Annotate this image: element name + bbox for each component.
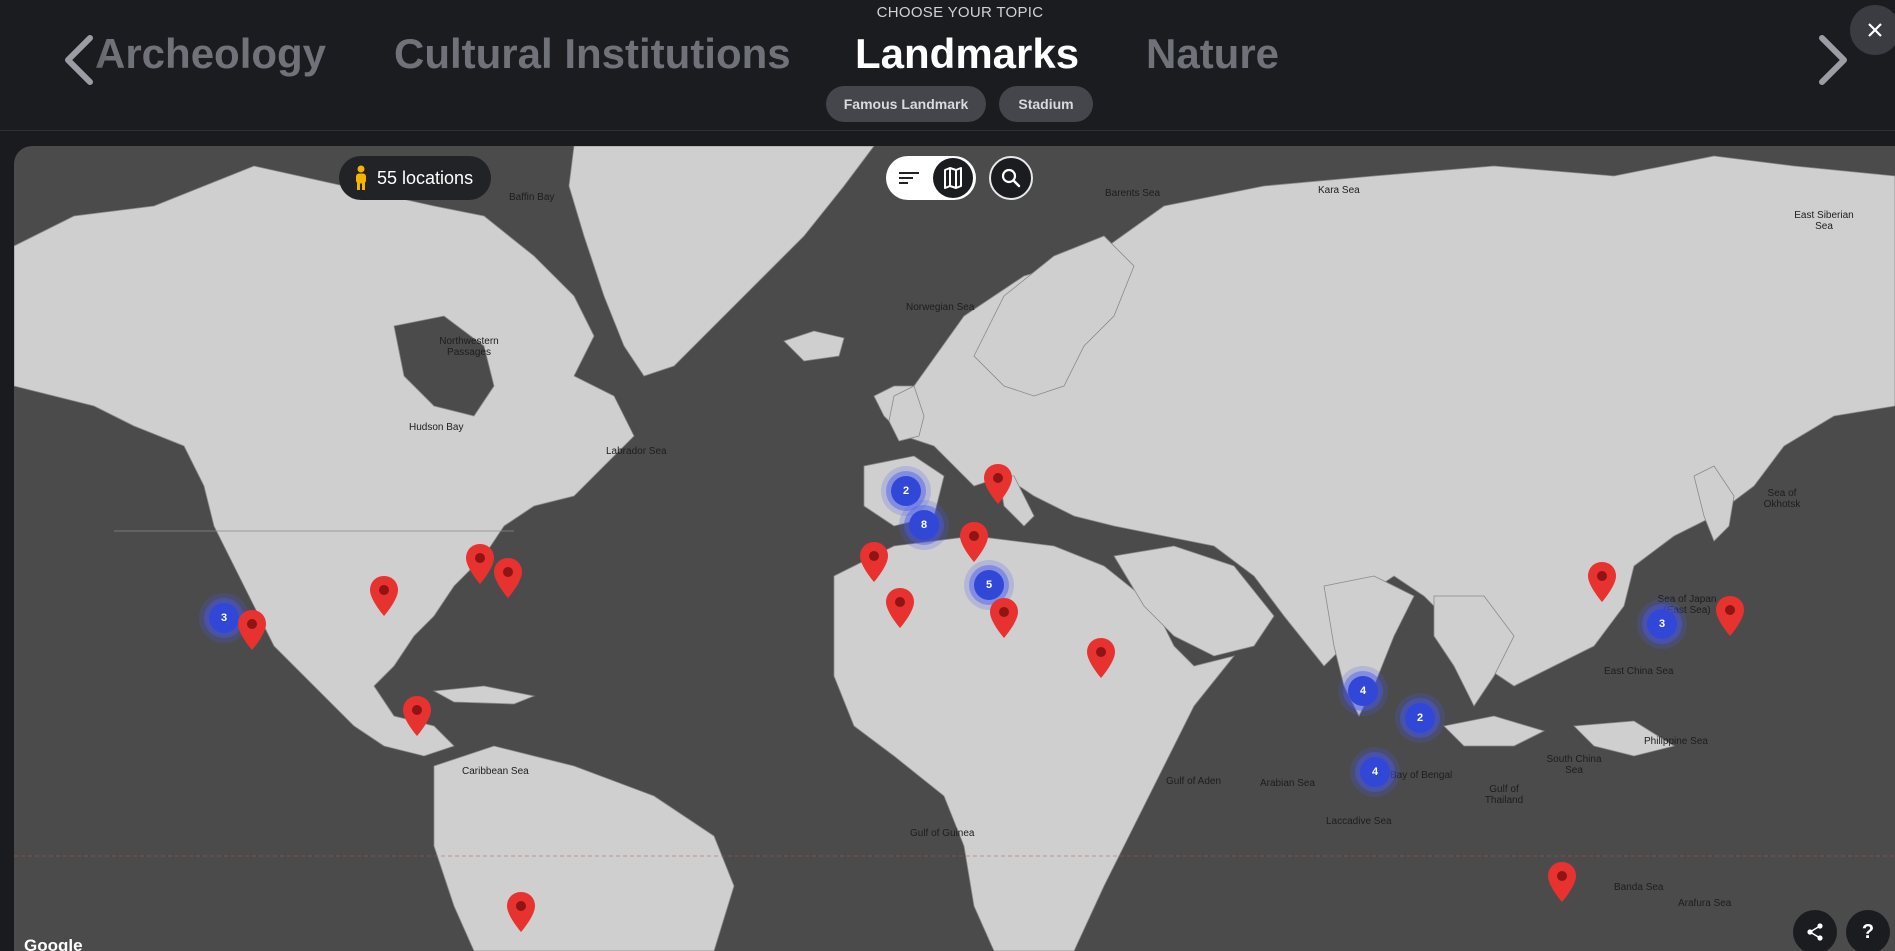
location-cluster[interactable]: 3 bbox=[209, 603, 239, 633]
sea-label: Baffin Bay bbox=[509, 192, 555, 203]
map-pin-icon[interactable] bbox=[1087, 638, 1115, 678]
location-cluster[interactable]: 2 bbox=[1405, 703, 1435, 733]
tab-landmarks[interactable]: Landmarks bbox=[855, 30, 1079, 78]
location-cluster[interactable]: 4 bbox=[1348, 676, 1378, 706]
person-icon bbox=[356, 165, 366, 190]
tab-archeology[interactable]: Archeology bbox=[95, 30, 326, 78]
location-cluster[interactable]: 2 bbox=[891, 476, 921, 506]
sea-label: East Siberian Sea bbox=[1794, 210, 1854, 232]
map-pin-icon[interactable] bbox=[960, 522, 988, 562]
sea-label: Caribbean Sea bbox=[462, 766, 529, 777]
map-pin-icon[interactable] bbox=[507, 892, 535, 932]
close-icon bbox=[1868, 23, 1882, 37]
location-cluster[interactable]: 8 bbox=[909, 510, 939, 540]
sea-label: Barents Sea bbox=[1105, 188, 1161, 199]
chip-famous-landmark[interactable]: Famous Landmark bbox=[826, 86, 986, 122]
list-icon bbox=[898, 172, 919, 184]
map-pin-icon[interactable] bbox=[370, 576, 398, 616]
map-pin-icon[interactable] bbox=[860, 542, 888, 582]
map-pin-icon[interactable] bbox=[1548, 862, 1576, 902]
sea-label: Bay of Bengal bbox=[1390, 770, 1453, 781]
sea-label: Banda Sea bbox=[1614, 882, 1664, 893]
sea-label: Gulf of Guinea bbox=[910, 828, 975, 839]
view-toggle[interactable] bbox=[886, 156, 976, 200]
tab-cultural-institutions[interactable]: Cultural Institutions bbox=[394, 30, 791, 78]
help-button[interactable]: ? bbox=[1846, 910, 1890, 951]
sea-label: East China Sea bbox=[1604, 666, 1674, 677]
next-topic-button[interactable] bbox=[1810, 30, 1856, 90]
map-pin-icon[interactable] bbox=[1716, 596, 1744, 636]
tab-nature[interactable]: Nature bbox=[1146, 30, 1279, 78]
sea-label: Gulf of Thailand bbox=[1484, 784, 1524, 806]
sea-label: Labrador Sea bbox=[606, 446, 667, 457]
chevron-right-icon bbox=[1819, 35, 1847, 85]
choose-topic-heading: CHOOSE YOUR TOPIC bbox=[876, 4, 1044, 21]
map-pin-icon[interactable] bbox=[238, 610, 266, 650]
sea-label: Laccadive Sea bbox=[1326, 816, 1392, 827]
close-button[interactable] bbox=[1850, 5, 1895, 55]
sea-label: Northwestern Passages bbox=[439, 336, 499, 358]
list-view-button[interactable] bbox=[886, 156, 931, 200]
chevron-left-icon bbox=[65, 35, 93, 85]
sea-label: Kara Sea bbox=[1318, 185, 1360, 196]
map-pin-icon[interactable] bbox=[1588, 562, 1616, 602]
world-map[interactable]: Baffin Bay Barents Sea Kara Sea East Sib… bbox=[14, 146, 1895, 951]
sea-label: South China Sea bbox=[1546, 754, 1602, 776]
sea-label: Arafura Sea bbox=[1678, 898, 1732, 909]
sea-label: Norwegian Sea bbox=[906, 302, 975, 313]
location-cluster[interactable]: 5 bbox=[974, 570, 1004, 600]
search-button[interactable] bbox=[989, 156, 1033, 200]
share-icon bbox=[1807, 923, 1823, 941]
help-icon: ? bbox=[1861, 920, 1875, 943]
sea-label: Gulf of Aden bbox=[1166, 776, 1222, 787]
map-pin-icon[interactable] bbox=[886, 588, 914, 628]
map-pin-icon[interactable] bbox=[466, 544, 494, 584]
chip-stadium[interactable]: Stadium bbox=[999, 86, 1093, 122]
google-attribution: Google bbox=[24, 936, 83, 951]
share-button[interactable] bbox=[1793, 910, 1837, 951]
topic-header: CHOOSE YOUR TOPIC Archeology Cultural In… bbox=[0, 0, 1895, 131]
sea-label: Hudson Bay bbox=[409, 422, 464, 433]
map-pin-icon[interactable] bbox=[990, 598, 1018, 638]
locations-count-pill[interactable]: 55 locations bbox=[339, 156, 492, 200]
location-cluster[interactable]: 4 bbox=[1360, 757, 1390, 787]
search-icon bbox=[1001, 168, 1021, 188]
map-pin-icon[interactable] bbox=[494, 558, 522, 598]
sea-label: Philippine Sea bbox=[1644, 736, 1708, 747]
previous-topic-button[interactable] bbox=[56, 30, 102, 90]
sea-label: Arabian Sea bbox=[1260, 778, 1316, 789]
map-view-button[interactable] bbox=[933, 158, 973, 198]
map-pin-icon[interactable] bbox=[984, 464, 1012, 504]
map-icon bbox=[944, 167, 962, 189]
sea-label: Sea of Okhotsk bbox=[1763, 488, 1801, 510]
location-cluster[interactable]: 3 bbox=[1647, 609, 1677, 639]
map-pin-icon[interactable] bbox=[403, 696, 431, 736]
locations-count: 55 locations bbox=[377, 167, 474, 188]
